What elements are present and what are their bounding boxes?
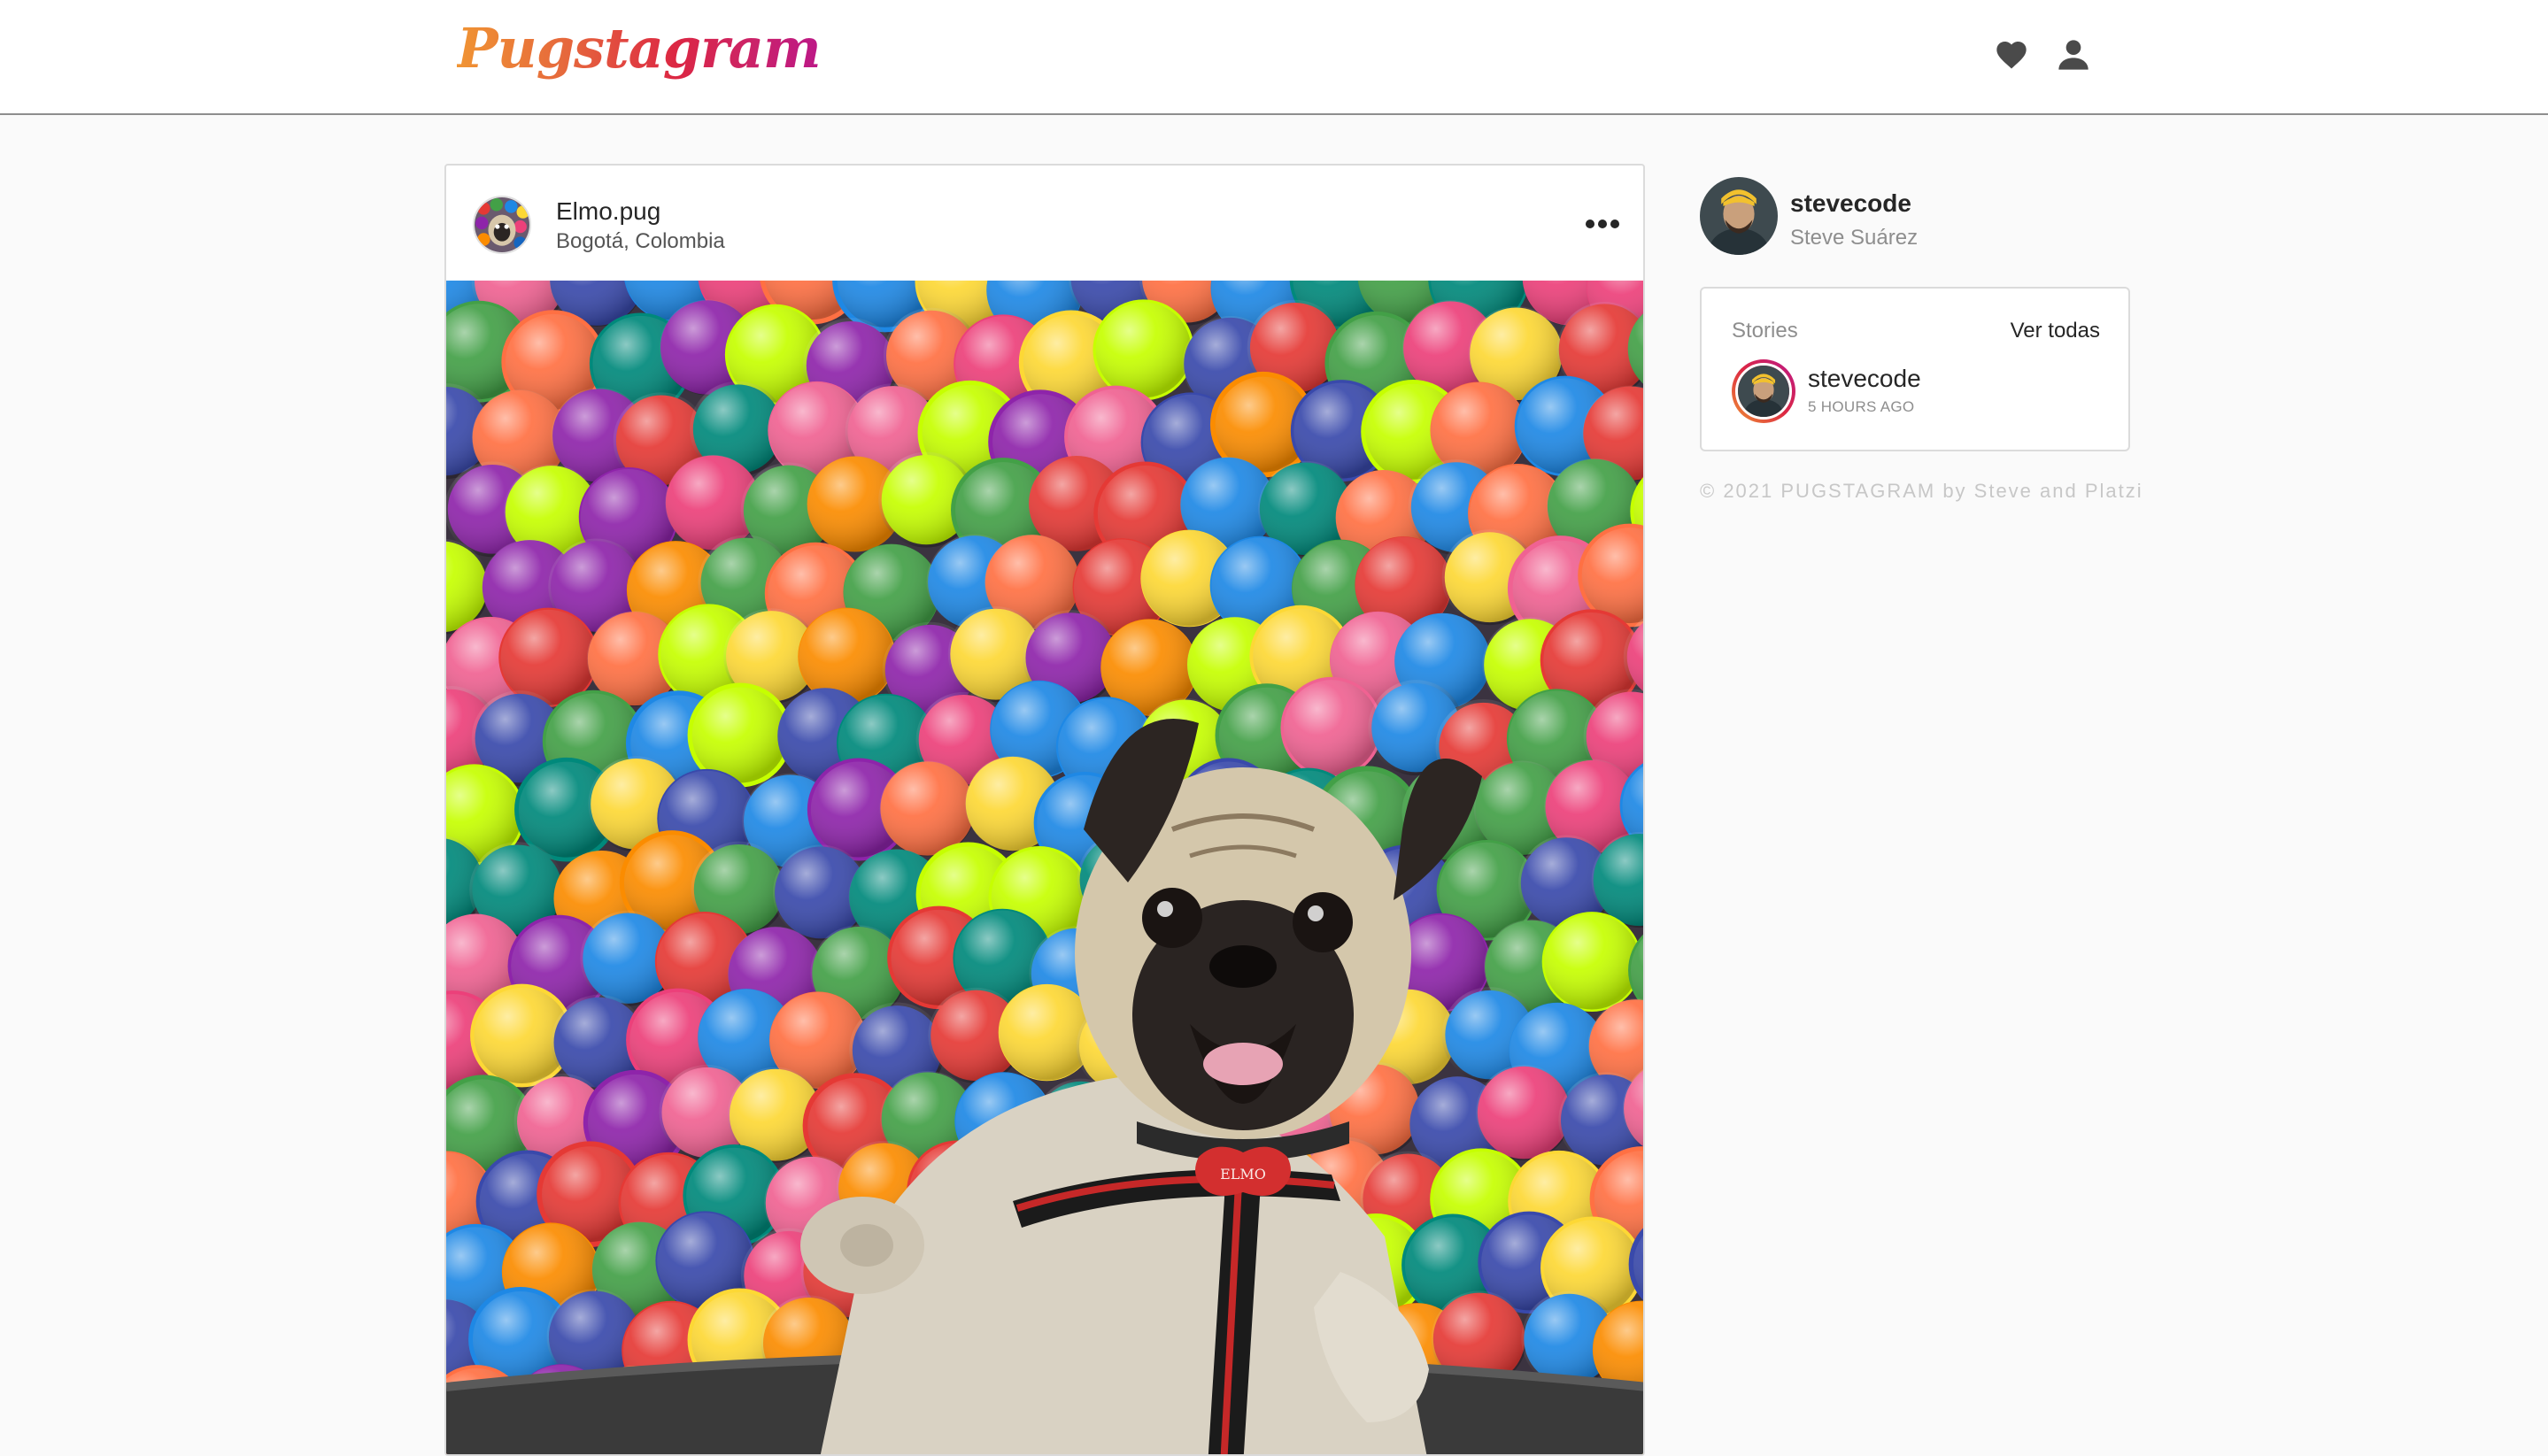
top-header: Pugstagram xyxy=(0,0,2548,115)
post-author-avatar[interactable] xyxy=(473,196,531,254)
story-timestamp: 5 HOURS AGO xyxy=(1808,398,1915,415)
stories-panel: Stories Ver todas stevecode 5 HOURS AGO xyxy=(1700,287,2130,451)
pug-tag-text: ELMO xyxy=(1220,1166,1266,1183)
post-photo[interactable]: ELMO xyxy=(446,281,1643,1454)
heart-icon[interactable] xyxy=(1994,37,2029,73)
post-username[interactable]: Elmo.pug xyxy=(556,197,660,226)
story-item[interactable]: stevecode 5 HOURS AGO xyxy=(1732,359,2104,430)
user-icon[interactable] xyxy=(2056,37,2091,73)
current-username[interactable]: stevecode xyxy=(1790,189,1911,218)
story-username: stevecode xyxy=(1808,365,1921,392)
story-avatar[interactable] xyxy=(1732,359,1795,423)
current-user-avatar[interactable] xyxy=(1700,177,1778,255)
stories-heading: Stories xyxy=(1732,319,1798,343)
post-header: Elmo.pug Bogotá, Colombia xyxy=(446,166,1643,281)
ellipsis-icon[interactable] xyxy=(1585,215,1620,233)
copyright-footer: © 2021 PUGSTAGRAM by Steve and Platzi xyxy=(1700,480,2143,502)
post-location: Bogotá, Colombia xyxy=(556,229,725,253)
pugstagram-logo[interactable]: Pugstagram xyxy=(457,16,822,81)
current-user-fullname: Steve Suárez xyxy=(1790,226,1919,250)
post-card: Elmo.pug Bogotá, Colombia ELMO xyxy=(444,164,1645,1456)
see-all-stories-link[interactable]: Ver todas xyxy=(2011,319,2100,343)
